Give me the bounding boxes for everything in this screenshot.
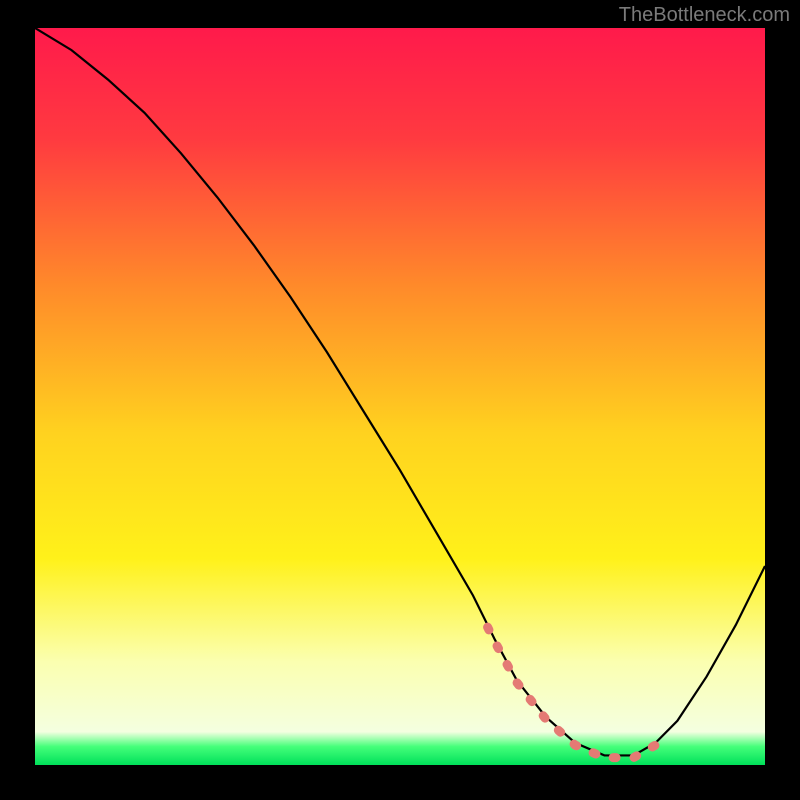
- chart-svg: [35, 28, 765, 765]
- chart-plot-area: [35, 28, 765, 765]
- chart-background: [35, 28, 765, 765]
- watermark-text: TheBottleneck.com: [619, 4, 790, 27]
